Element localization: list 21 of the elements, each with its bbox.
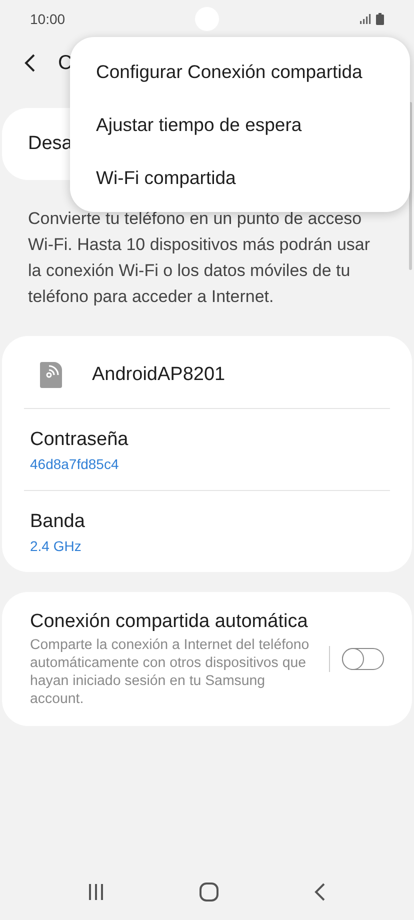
setting-label: Banda [30,511,86,533]
menu-item[interactable]: Configurar Conexión compartida [70,45,410,98]
setting-value: 2.4 GHz [30,538,82,554]
hotspot-icon [40,362,62,388]
back-icon[interactable] [314,883,326,901]
setting-value: 46d8a7fd85c4 [30,456,120,472]
back-button[interactable] [24,53,36,73]
status-time: 10:00 [30,11,66,27]
setting-summary: Comparte la conexión a Internet del teléfono automáticamente con otros dispositivos que hayan iniciado sesión en tu Samsung account. [30,636,310,708]
setting-title: Conexión compartida automática [30,610,309,634]
recent-apps-icon[interactable] [88,883,104,901]
home-icon[interactable] [198,882,219,902]
description-text: Convierte tu teléfono en un punto de acceso Wi-Fi. Hasta 10 dispositivos más podrán usar la conexión Wi-Fi o los datos móviles de tu teléfono para acceder a Internet. [27,208,372,308]
toggle-switch[interactable] [342,648,384,670]
network-name: AndroidAP8201 [92,364,226,386]
setting-label: Contraseña [30,429,130,451]
battery-icon [376,13,384,25]
menu-item[interactable]: Ajustar tiempo de espera [70,98,410,151]
signal-icon [360,14,371,24]
menu-item[interactable]: Wi-Fi compartida [70,151,410,204]
toggle-label: Desa [28,133,72,155]
